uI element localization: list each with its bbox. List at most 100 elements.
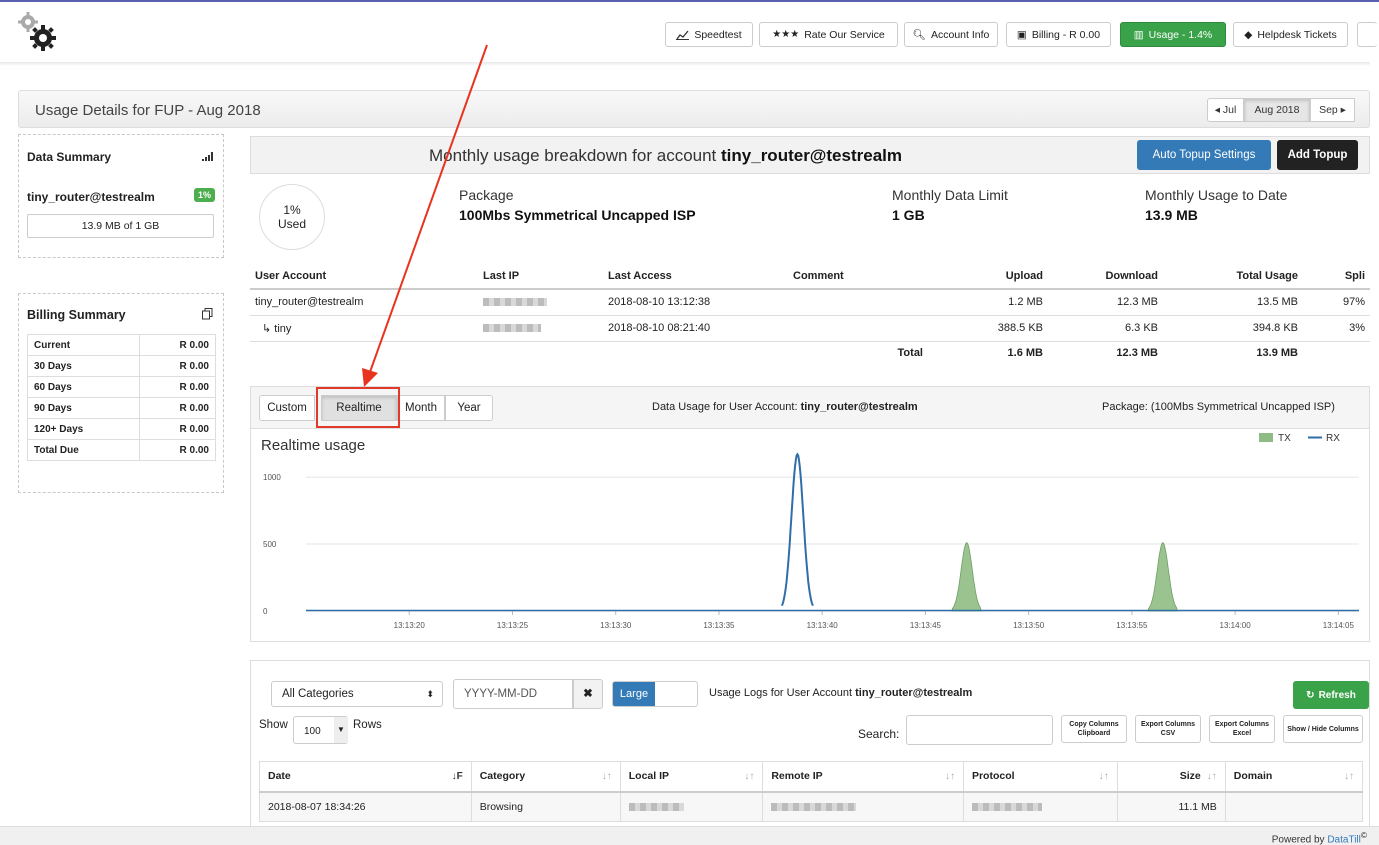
search-input[interactable] <box>906 715 1053 745</box>
package-label: Package <box>459 187 514 203</box>
breakdown-title-prefix: Monthly usage breakdown for account <box>429 146 722 165</box>
usage-button[interactable]: ▥ Usage - 1.4% <box>1120 22 1226 47</box>
tab-month[interactable]: Month <box>397 395 445 421</box>
show-label: Show <box>259 719 288 731</box>
row-upload: 1.2 MB <box>928 289 1048 316</box>
data-summary-panel: Data Summary tiny_router@testrealm 1% 13… <box>18 134 224 258</box>
billing-value: R 0.00 <box>138 334 217 356</box>
total-label: Total <box>897 347 923 360</box>
sort-icon: ↓↑ <box>601 771 612 782</box>
log-protocol <box>962 791 1118 822</box>
row-comment <box>788 289 928 316</box>
col-last-ip[interactable]: Last IP <box>478 264 603 290</box>
sort-icon: ↓↑ <box>1098 771 1109 782</box>
used-gauge: 1% Used <box>259 184 325 250</box>
show-hide-columns-button[interactable]: Show / Hide Columns <box>1283 715 1363 743</box>
billing-summary-panel: Billing Summary Current R 0.00 30 Days R 0… <box>18 293 224 493</box>
logs-caption-prefix: Usage Logs for User Account <box>709 687 856 699</box>
clear-date-icon[interactable]: ✖ <box>573 679 603 709</box>
col-remote-ip[interactable]: Remote IP ↓↑ <box>762 761 964 793</box>
refresh-button[interactable]: ↻ Refresh <box>1293 681 1369 709</box>
billing-value: R 0.00 <box>138 418 217 440</box>
copy-columns-button[interactable]: Copy Columns Clipboard <box>1061 715 1127 743</box>
row-split: 3% <box>1303 315 1370 342</box>
rate-service-button[interactable]: ★★★ Rate Our Service <box>759 22 898 47</box>
powered-by: Powered by DataTill© <box>1272 830 1367 845</box>
table-row[interactable]: ↳ tiny 2018-08-10 08:21:40 388.5 KB 6.3 … <box>250 315 1370 342</box>
chart-account-caption: Data Usage for User Account: tiny_router… <box>652 401 918 413</box>
package-value: 100Mbs Symmetrical Uncapped ISP <box>459 207 696 223</box>
account-info-button[interactable]: 🔍︎ Account Info <box>904 22 998 47</box>
x-tick-label: 13:13:30 <box>600 621 632 630</box>
current-month-button[interactable]: Aug 2018 <box>1244 98 1310 122</box>
size-toggle[interactable]: Large <box>612 681 698 707</box>
navbar-shadow <box>0 62 1370 66</box>
x-tick-label: 13:13:25 <box>497 621 529 630</box>
tab-year[interactable]: Year <box>445 395 493 421</box>
billing-label: Total Due <box>27 439 140 461</box>
col-protocol[interactable]: Protocol ↓↑ <box>962 761 1118 793</box>
rows-count: 100 <box>304 726 321 737</box>
sort-icon: ↓↑ <box>744 771 755 782</box>
more-button[interactable] <box>1357 22 1377 47</box>
col-user-account[interactable]: User Account <box>250 264 478 290</box>
chart-toolbar: Custom Realtime Month Year Data Usage fo… <box>251 387 1369 429</box>
col-upload[interactable]: Upload <box>928 264 1048 290</box>
table-row[interactable]: tiny_router@testrealm 2018-08-10 13:12:3… <box>250 289 1370 316</box>
col-split[interactable]: Spli <box>1303 264 1370 290</box>
usage-label: Usage - 1.4% <box>1148 28 1213 41</box>
stars-icon: ★★★ <box>772 29 800 40</box>
billing-label: 120+ Days <box>27 418 140 440</box>
export-excel-button[interactable]: Export Columns Excel <box>1209 715 1275 743</box>
billing-button[interactable]: ▣ Billing - R 0.00 <box>1006 22 1111 47</box>
table-row[interactable]: 2018-08-07 18:34:26 Browsing 11.1 MB <box>259 791 1364 822</box>
limit-value: 1 GB <box>892 207 925 223</box>
refresh-icon: ↻ <box>1306 689 1315 701</box>
col-domain[interactable]: Domain ↓↑ <box>1224 761 1364 793</box>
sort-icon: ↓↑ <box>944 771 955 782</box>
next-month-button[interactable]: Sep ▸ <box>1310 98 1355 122</box>
total-download: 12.3 MB <box>1116 347 1158 360</box>
gears-logo-icon[interactable] <box>18 12 62 52</box>
row-last-ip <box>478 315 603 342</box>
billing-row: Current R 0.00 <box>27 334 217 356</box>
copyright-mark: © <box>1360 830 1367 840</box>
account-label: Account Info <box>930 28 990 41</box>
col-total-usage[interactable]: Total Usage <box>1163 264 1303 290</box>
used-percent: 1% <box>283 203 301 217</box>
realtime-usage-chart: Realtime usage 0 500 1000 13:13:20 13:13:25 1… <box>261 433 1359 630</box>
export-csv-button[interactable]: Export Columns CSV <box>1135 715 1201 743</box>
auto-topup-button[interactable]: Auto Topup Settings <box>1137 140 1271 170</box>
tab-custom[interactable]: Custom <box>259 395 315 421</box>
x-tick-label: 13:13:45 <box>910 621 942 630</box>
y-tick-label: 1000 <box>263 473 281 482</box>
add-topup-button[interactable]: Add Topup <box>1277 140 1358 170</box>
log-remote-ip <box>762 791 964 822</box>
col-category-label: Category <box>479 770 526 783</box>
prev-month-button[interactable]: ◂ Jul <box>1207 98 1244 122</box>
billing-value: R 0.00 <box>138 376 217 398</box>
col-date[interactable]: Date ↓F <box>259 761 472 793</box>
brand-link[interactable]: DataTill <box>1327 834 1361 845</box>
col-category[interactable]: Category ↓↑ <box>470 761 621 793</box>
rows-select[interactable]: 100 ▼ <box>293 716 348 744</box>
usage-amount-box: 13.9 MB of 1 GB <box>27 214 214 238</box>
billing-row: 120+ Days R 0.00 <box>27 418 217 440</box>
copy-icon[interactable] <box>202 308 213 320</box>
speedtest-button[interactable]: Speedtest <box>665 22 753 47</box>
col-size[interactable]: Size ↓↑ <box>1116 761 1226 793</box>
billing-summary-title: Billing Summary <box>27 308 126 322</box>
date-input[interactable]: YYYY-MM-DD <box>453 679 573 709</box>
speedtest-label: Speedtest <box>694 28 742 41</box>
line-chart-icon <box>676 30 690 40</box>
col-local-ip[interactable]: Local IP ↓↑ <box>619 761 764 793</box>
bar-chart-icon: ▥ <box>1133 28 1144 41</box>
col-download[interactable]: Download <box>1048 264 1163 290</box>
row-upload: 388.5 KB <box>928 315 1048 342</box>
todate-value: 13.9 MB <box>1145 207 1198 223</box>
col-comment[interactable]: Comment <box>788 264 928 290</box>
helpdesk-button[interactable]: ◆ Helpdesk Tickets <box>1233 22 1348 47</box>
category-select[interactable]: All Categories ⬍ <box>271 681 443 707</box>
category-value: All Categories <box>282 688 354 700</box>
col-last-access[interactable]: Last Access <box>603 264 788 290</box>
